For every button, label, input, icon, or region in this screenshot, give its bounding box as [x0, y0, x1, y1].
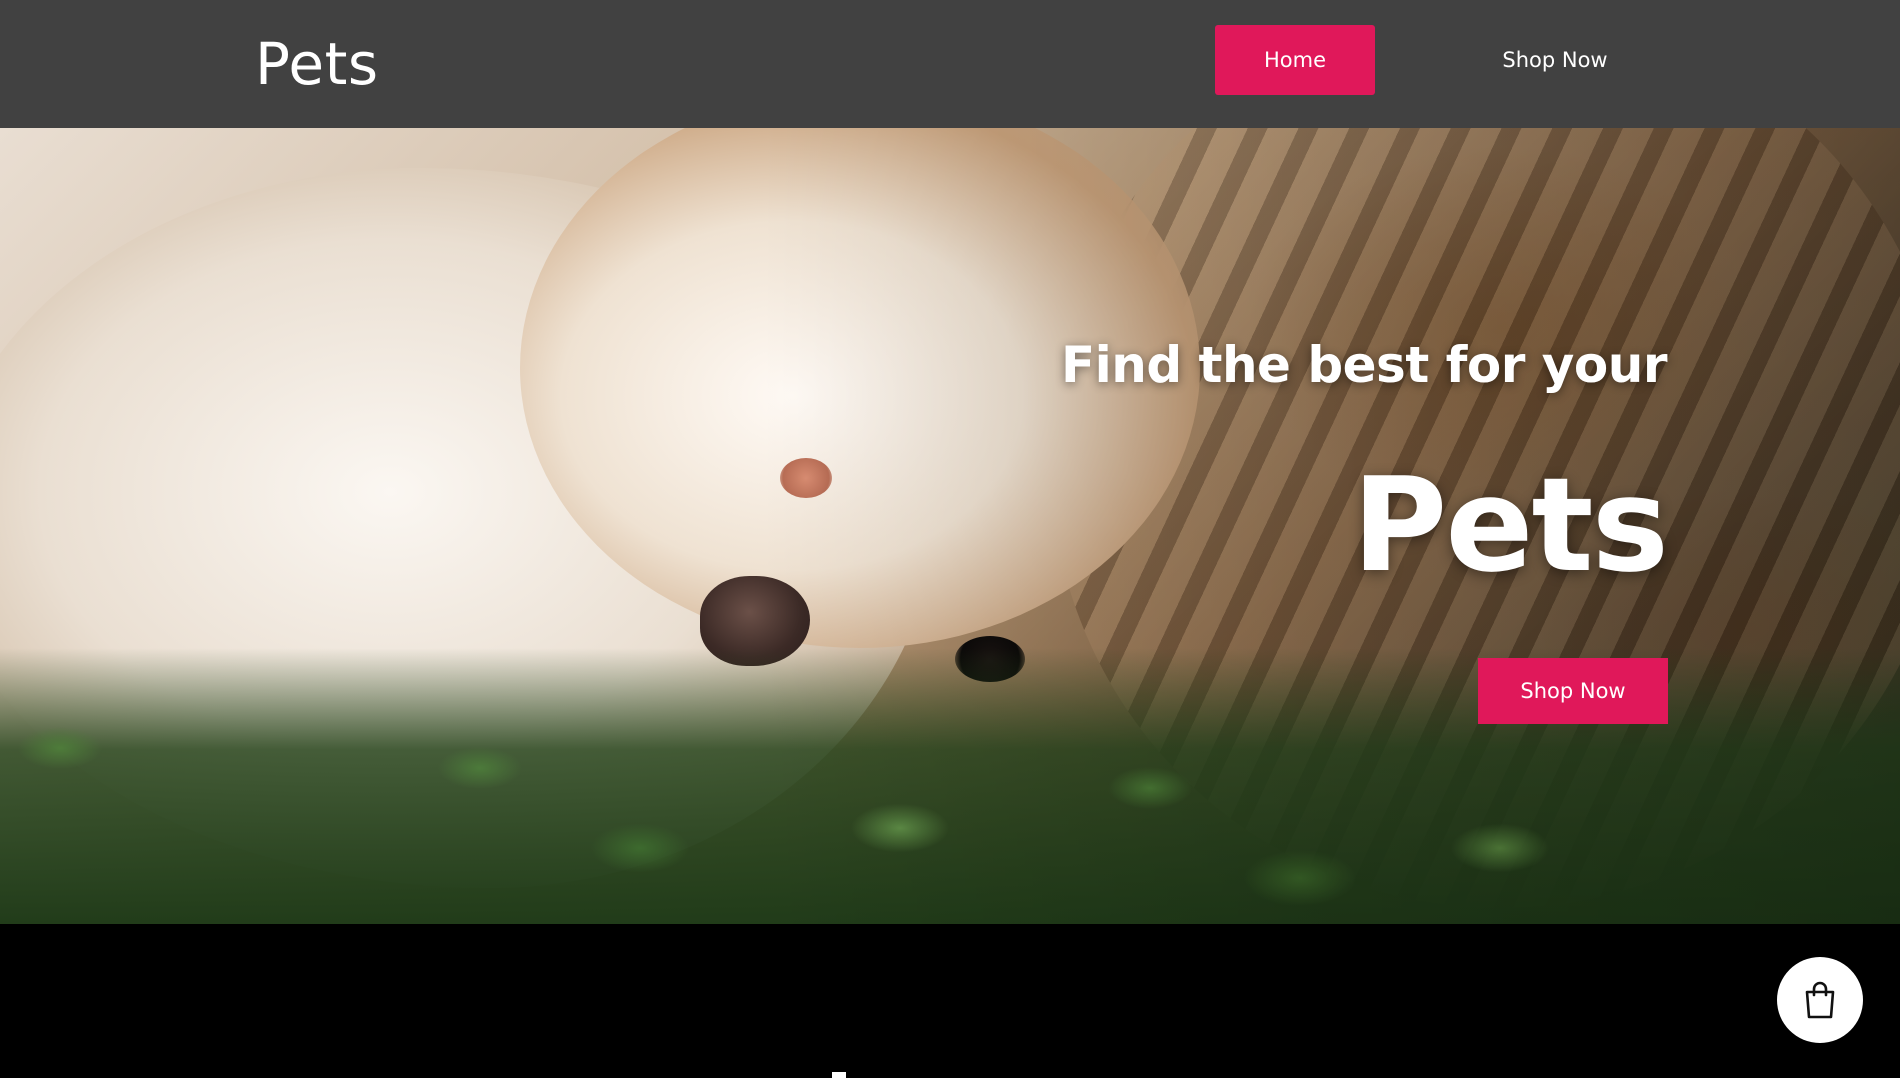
cart-floating-button[interactable]	[1777, 957, 1863, 1043]
nav-home-button[interactable]: Home	[1215, 25, 1375, 95]
next-section	[0, 924, 1900, 1078]
site-header: Pets Home Shop Now	[0, 0, 1900, 128]
site-logo[interactable]: Pets	[255, 28, 379, 100]
nav-shop-now-link[interactable]: Shop Now	[1425, 25, 1685, 95]
hero-tagline: Find the best for your	[1060, 336, 1668, 394]
hero-title: Pets	[1352, 449, 1669, 601]
shopping-bag-icon	[1805, 981, 1835, 1019]
section-edge-mark	[832, 1072, 846, 1078]
hero-shop-now-button[interactable]: Shop Now	[1478, 658, 1668, 724]
hero-banner: Find the best for your Pets Shop Now	[0, 128, 1900, 924]
